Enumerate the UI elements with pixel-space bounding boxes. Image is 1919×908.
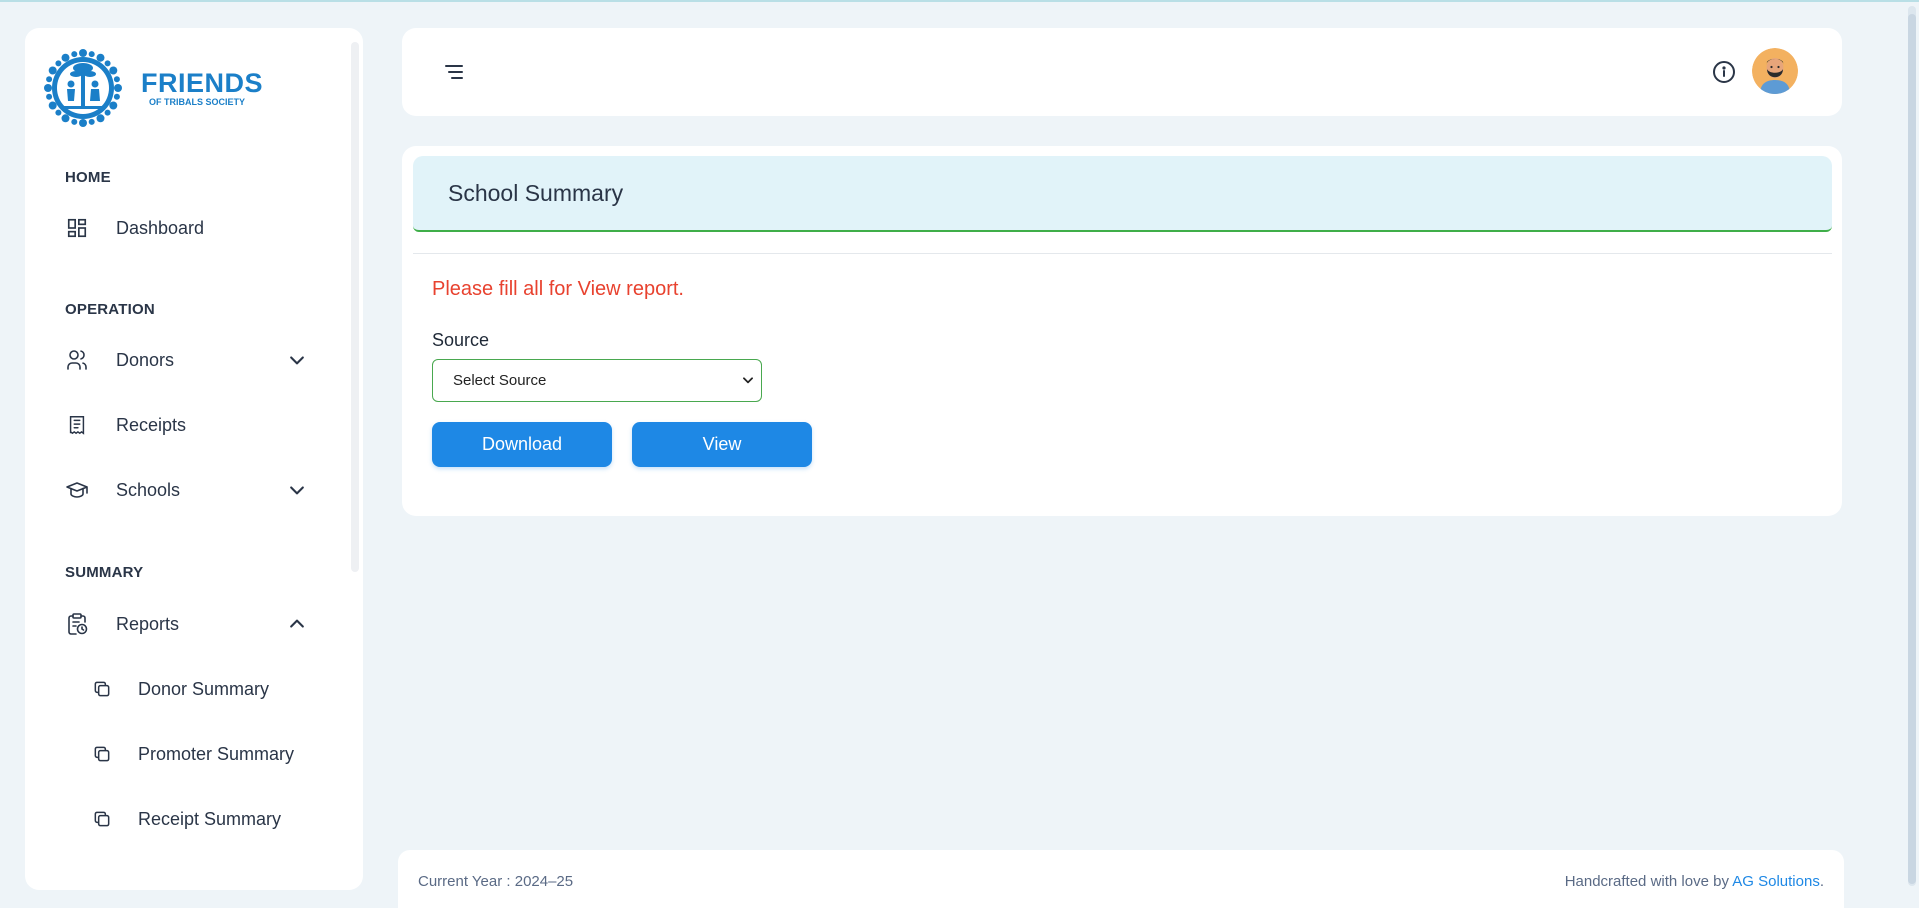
copy-icon: [91, 808, 113, 830]
chevron-down-icon: [743, 377, 753, 384]
footer-credit: Handcrafted with love by AG Solutions.: [1565, 873, 1824, 890]
user-avatar[interactable]: [1752, 48, 1798, 94]
source-label: Source: [432, 330, 490, 350]
copy-icon: [91, 743, 113, 765]
society-emblem-icon: [44, 49, 122, 127]
sidebar-subitem-label: Promoter Summary: [138, 743, 295, 764]
sidebar-item-reports[interactable]: Reports: [65, 602, 325, 646]
chevron-down-icon[interactable]: [287, 480, 307, 500]
section-label-home: HOME: [65, 169, 111, 186]
source-select-value: Select Source: [453, 372, 547, 389]
info-icon[interactable]: [1712, 60, 1736, 84]
sidebar-item-donors[interactable]: Donors: [65, 338, 325, 382]
sidebar-item-label: Schools: [116, 479, 181, 500]
graduation-cap-icon: [65, 478, 89, 502]
page-scrollbar-thumb[interactable]: [1908, 14, 1916, 884]
dashboard-icon: [65, 216, 89, 240]
clipboard-clock-icon: [65, 612, 89, 636]
chevron-down-icon[interactable]: [287, 350, 307, 370]
sidebar-item-receipts[interactable]: Receipts: [65, 403, 325, 447]
sidebar: FRIENDS OF TRIBALS SOCIETY HOME Dashboar…: [25, 28, 363, 890]
copy-icon: [91, 678, 113, 700]
sidebar-item-label: Receipts: [116, 414, 187, 435]
credit-prefix: Handcrafted with love by: [1564, 873, 1733, 890]
report-card: School Summary Please fill all for View …: [402, 146, 1842, 516]
top-header: [402, 28, 1842, 116]
sidebar-item-label: Dashboard: [116, 217, 205, 238]
sidebar-item-schools[interactable]: Schools: [65, 468, 325, 512]
receipt-icon: [65, 413, 89, 437]
source-select[interactable]: Select Source: [432, 359, 762, 402]
current-year: Current Year : 2024–25: [418, 873, 574, 890]
brand-tagline: OF TRIBALS SOCIETY: [149, 96, 246, 107]
brand-logo[interactable]: FRIENDS OF TRIBALS SOCIETY: [43, 48, 263, 128]
chevron-up-icon[interactable]: [287, 614, 307, 634]
card-header: School Summary: [413, 156, 1832, 232]
download-button[interactable]: Download: [432, 422, 612, 467]
user-portrait-icon: [1752, 48, 1798, 94]
sidebar-item-label: Reports: [116, 613, 180, 634]
sidebar-subitem-label: Receipt Summary: [138, 808, 282, 829]
top-accent-line: [0, 0, 1919, 2]
page-title: School Summary: [448, 180, 624, 206]
footer: Current Year : 2024–25 Handcrafted with …: [398, 850, 1844, 908]
sidebar-subitem-label: Donor Summary: [138, 678, 270, 699]
validation-message: Please fill all for View report.: [432, 278, 684, 300]
credit-suffix: .: [1819, 873, 1824, 890]
divider: [413, 253, 1832, 254]
credit-brand-link[interactable]: AG Solutions: [1732, 873, 1820, 890]
sidebar-item-label: Donors: [116, 349, 175, 370]
menu-icon[interactable]: [442, 60, 466, 84]
users-icon: [65, 348, 89, 372]
view-button[interactable]: View: [632, 422, 812, 467]
sidebar-scrollbar[interactable]: [351, 42, 359, 572]
sidebar-subitem-donor-summary[interactable]: Donor Summary: [91, 667, 331, 711]
sidebar-subitem-receipt-summary[interactable]: Receipt Summary: [91, 797, 331, 841]
section-label-operation: OPERATION: [65, 301, 155, 318]
sidebar-item-dashboard[interactable]: Dashboard: [65, 206, 325, 250]
brand-name: FRIENDS: [141, 67, 264, 98]
sidebar-subitem-promoter-summary[interactable]: Promoter Summary: [91, 732, 331, 776]
section-label-summary: SUMMARY: [65, 564, 144, 581]
